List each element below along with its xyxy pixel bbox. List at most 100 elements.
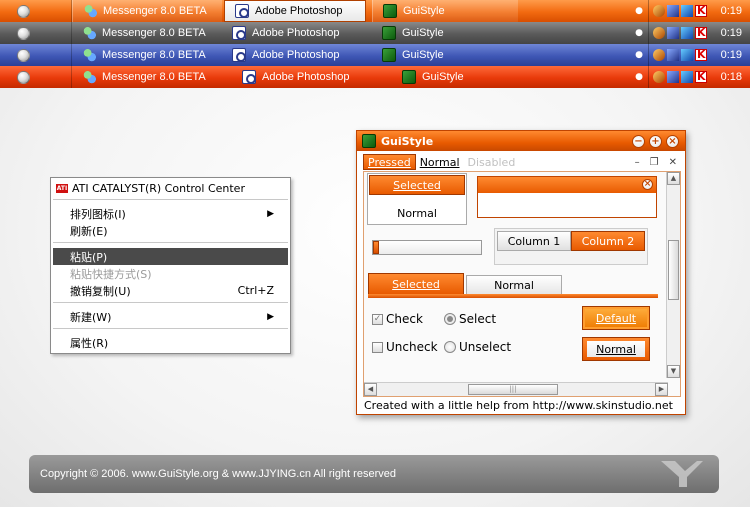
network-icon[interactable] [667,49,679,61]
task-photoshop[interactable]: Adobe Photoshop [222,22,372,44]
tray-icons [648,44,711,66]
monitor-icon[interactable] [681,71,693,83]
clock[interactable]: 0:19 [721,5,750,17]
client-area: Selected Normal × Column 1 Column 2 Sele… [363,171,681,397]
task-photoshop[interactable]: Adobe Photoshop [224,0,366,22]
start-button[interactable] [0,66,72,88]
monitor-icon[interactable] [681,27,693,39]
tray-expand-icon[interactable]: ● [630,72,648,82]
default-button[interactable]: Default [582,306,650,330]
task-photoshop[interactable]: Adobe Photoshop [232,66,392,88]
vertical-scrollbar[interactable]: ▲ ▼ [666,172,680,378]
speaker-icon[interactable] [653,5,665,17]
menu-item-undo-copy[interactable]: 撤销复制(U) Ctrl+Z [53,282,288,299]
column-1-header[interactable]: Column 1 [497,231,571,251]
menu-disabled: Disabled [467,155,516,169]
mdi-close-icon[interactable]: ✕ [669,157,677,168]
task-messenger[interactable]: Messenger 8.0 BETA [72,44,222,66]
clock[interactable]: 0:18 [721,71,750,83]
progress-bar [372,240,482,255]
list-item-normal[interactable]: Normal [369,203,465,223]
menu-item-ati[interactable]: ATI ATI CATALYST(R) Control Center [53,180,288,197]
tray-expand-icon[interactable]: ● [630,6,648,16]
column-2-header[interactable]: Column 2 [571,231,645,251]
task-messenger[interactable]: Messenger 8.0 BETA [72,22,222,44]
list-item-selected[interactable]: Selected [369,175,465,195]
start-button[interactable] [0,44,72,66]
antivirus-k-icon[interactable] [695,26,707,39]
network-icon[interactable] [667,71,679,83]
vertical-scroll-thumb[interactable] [668,240,679,300]
task-guistyle[interactable]: GuiStyle [372,22,522,44]
menu-item-paste[interactable]: 粘贴(P) [53,248,288,265]
menu-separator [53,242,288,243]
start-orb-icon [17,26,30,40]
guistyle-icon [383,4,397,18]
checkbox-uncheck[interactable]: Uncheck [372,340,438,354]
task-messenger[interactable]: Messenger 8.0 BETA [72,0,222,22]
menu-item-paste-shortcut: 粘贴快捷方式(S) [53,265,288,282]
listbox[interactable]: Selected Normal [367,173,467,225]
task-guistyle[interactable]: GuiStyle [372,0,518,22]
window-titlebar[interactable]: GuiStyle − + × [357,131,685,151]
radio-select[interactable]: Select [444,312,496,326]
horizontal-scrollbar[interactable]: ◀ ||| ▶ [364,382,668,396]
monitor-icon[interactable] [681,49,693,61]
messenger-icon [82,70,96,84]
close-icon[interactable]: × [666,134,679,148]
radio-unselect[interactable]: Unselect [444,340,511,354]
antivirus-k-icon[interactable] [695,48,707,61]
antivirus-k-icon[interactable] [695,4,707,17]
y-logo-icon [661,461,703,487]
menu-item-new[interactable]: 新建(W) ▶ [53,308,288,325]
network-icon[interactable] [667,5,679,17]
scroll-right-icon[interactable]: ▶ [655,383,668,396]
menu-item-label: ATI CATALYST(R) Control Center [72,182,245,195]
tray-icons [648,22,711,44]
scroll-left-icon[interactable]: ◀ [364,383,377,396]
tab-selected[interactable]: Selected [368,273,464,295]
task-messenger[interactable]: Messenger 8.0 BETA [72,66,232,88]
menu-item-refresh[interactable]: 刷新(E) [53,222,288,239]
antivirus-k-icon[interactable] [695,70,707,83]
menu-separator [53,199,288,200]
task-guistyle[interactable]: GuiStyle [392,66,552,88]
start-button[interactable] [0,0,72,22]
clock[interactable]: 0:19 [721,49,750,61]
start-orb-icon [17,70,30,84]
guistyle-window: GuiStyle − + × Pressed Normal Disabled –… [356,130,686,415]
menu-pressed[interactable]: Pressed [363,154,416,170]
messenger-icon [83,4,97,18]
menu-normal[interactable]: Normal [416,154,464,170]
mdi-restore-icon[interactable]: ❐ [650,157,659,168]
speaker-icon[interactable] [653,71,665,83]
start-orb-icon [17,4,30,18]
tray-expand-icon[interactable]: ● [630,28,648,38]
start-button[interactable] [0,22,72,44]
menu-item-label: 撤销复制(U) [70,284,131,298]
tab-normal[interactable]: Normal [466,275,562,295]
messenger-icon [82,48,96,62]
task-photoshop[interactable]: Adobe Photoshop [222,44,372,66]
tray-expand-icon[interactable]: ● [630,50,648,60]
monitor-icon[interactable] [681,5,693,17]
close-icon[interactable]: × [642,179,653,190]
speaker-icon[interactable] [653,27,665,39]
menu-item-arrange-icons[interactable]: 排列图标(I) ▶ [53,205,288,222]
taskbar-blue: Messenger 8.0 BETA Adobe Photoshop GuiSt… [0,44,750,66]
menu-item-properties[interactable]: 属性(R) [53,334,288,351]
checkbox-check[interactable]: ✓ Check [372,312,423,326]
scroll-down-icon[interactable]: ▼ [667,365,680,378]
horizontal-scroll-thumb[interactable]: ||| [468,384,558,395]
speaker-icon[interactable] [653,49,665,61]
scroll-up-icon[interactable]: ▲ [667,172,680,185]
task-guistyle[interactable]: GuiStyle [372,44,522,66]
network-icon[interactable] [667,27,679,39]
minimize-icon[interactable]: − [632,134,645,148]
mdi-minimize-icon[interactable]: – [635,157,640,168]
menu-item-label: 新建(W) [70,310,112,324]
normal-button[interactable]: Normal [582,337,650,361]
maximize-icon[interactable]: + [649,134,662,148]
clock[interactable]: 0:19 [721,27,750,39]
system-tray: ● 0:18 [630,66,750,88]
